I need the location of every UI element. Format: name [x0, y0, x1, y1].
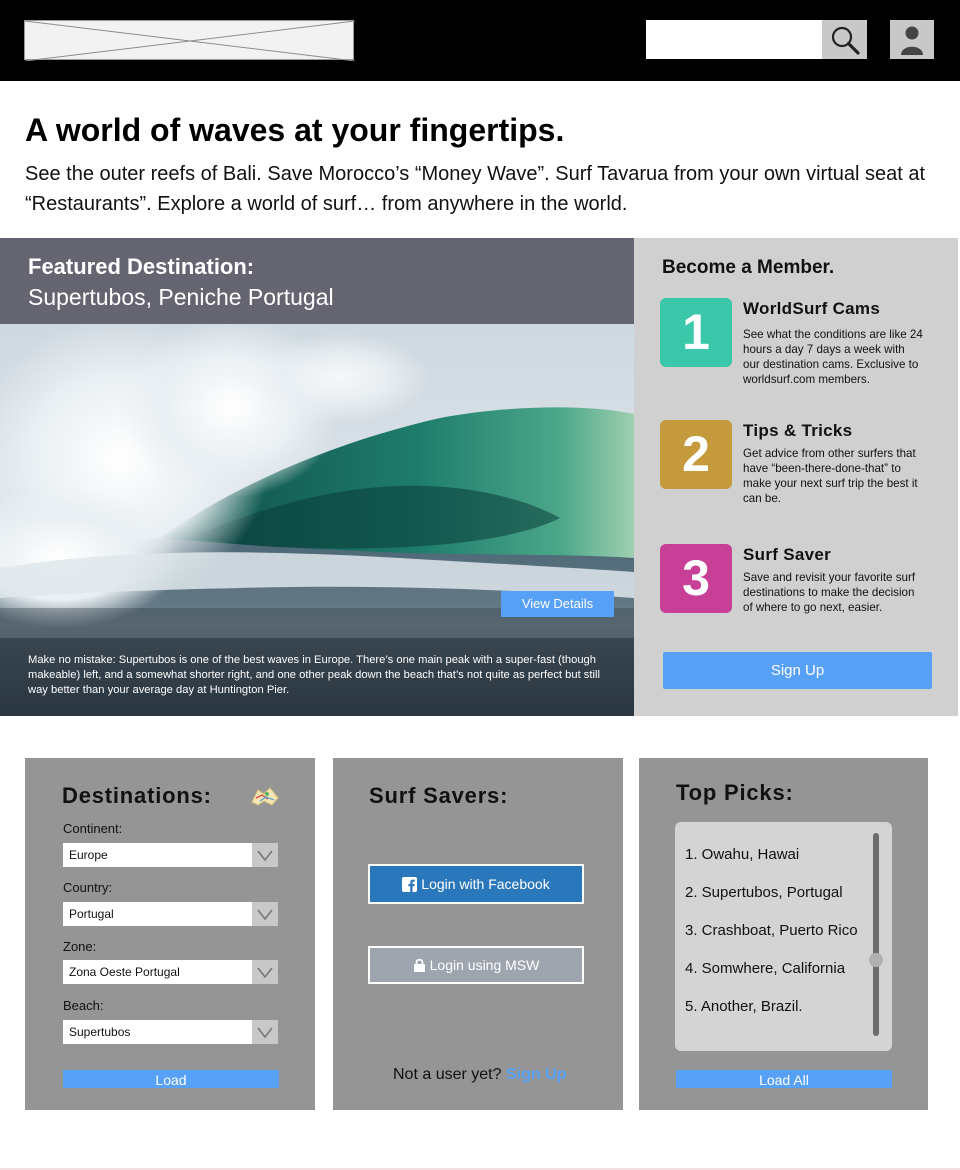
- scrollbar-thumb[interactable]: [869, 953, 883, 967]
- continent-label: Continent:: [63, 821, 123, 836]
- perk-number-3: 3: [660, 544, 732, 613]
- perk-number-text: 2: [682, 426, 710, 482]
- load-button[interactable]: Load: [63, 1070, 279, 1088]
- list-item[interactable]: 2. Supertubos, Portugal: [685, 884, 843, 901]
- zone-label: Zone:: [63, 939, 97, 954]
- list-item[interactable]: 5. Another, Brazil.: [685, 998, 803, 1015]
- view-details-button[interactable]: View Details: [501, 591, 614, 617]
- beach-label: Beach:: [63, 998, 104, 1013]
- perk-description-saver: Save and revisit your favorite surf dest…: [743, 571, 916, 614]
- country-label: Country:: [63, 880, 113, 895]
- perk-number-2: 2: [660, 420, 732, 489]
- list-item[interactable]: 1. Owahu, Hawai: [685, 846, 799, 863]
- search-icon: [831, 26, 860, 55]
- top-bar: [0, 0, 960, 81]
- continent-select[interactable]: Europe: [63, 843, 278, 867]
- featured-place-name: Supertubos, Peniche Portugal: [28, 284, 334, 310]
- chevron-down-icon: [252, 1020, 278, 1044]
- featured-header-band: Featured Destination: Supertubos, Penich…: [0, 238, 634, 324]
- facebook-button-label: Login with Facebook: [421, 876, 550, 892]
- destinations-panel: Destinations: Continent: Europe Country:…: [25, 758, 315, 1110]
- zone-select[interactable]: Zona Oeste Portugal: [63, 960, 278, 984]
- login-facebook-button[interactable]: Login with Facebook: [368, 864, 584, 904]
- perk-description-cams: See what the conditions are like 24 hour…: [743, 328, 923, 386]
- surf-savers-panel: Surf Savers: Login with Facebook Login u…: [333, 758, 623, 1110]
- map-icon[interactable]: [250, 785, 280, 807]
- logo-placeholder[interactable]: [24, 20, 355, 61]
- logo-placeholder-cross: [25, 21, 355, 61]
- signup-link[interactable]: Sign Up: [506, 1066, 566, 1083]
- country-select[interactable]: Portugal: [63, 902, 278, 926]
- zone-value: Zona Oeste Portugal: [69, 965, 180, 979]
- facebook-icon: [402, 876, 418, 892]
- featured-destination: Featured Destination: Supertubos, Penich…: [0, 238, 634, 716]
- perk-number-text: 1: [682, 304, 710, 360]
- page-title: A world of waves at your fingertips.: [25, 112, 565, 148]
- top-picks-panel: Top Picks: 1. Owahu, Hawai 2. Supertubos…: [639, 758, 928, 1110]
- chevron-down-icon: [252, 843, 278, 867]
- chevron-down-icon: [252, 960, 278, 984]
- load-all-button[interactable]: Load All: [676, 1070, 892, 1088]
- top-picks-list: 1. Owahu, Hawai 2. Supertubos, Portugal …: [675, 822, 892, 1051]
- perk-number-1: 1: [660, 298, 732, 367]
- chevron-down-icon: [252, 902, 278, 926]
- country-value: Portugal: [69, 907, 114, 921]
- beach-select[interactable]: Supertubos: [63, 1020, 278, 1044]
- not-a-user-prompt: Not a user yet? Sign Up: [393, 1066, 566, 1084]
- login-msw-button[interactable]: Login using MSW: [368, 946, 584, 984]
- perk-title-tips: Tips & Tricks: [743, 421, 853, 440]
- beach-value: Supertubos: [69, 1025, 131, 1039]
- perk-description-tips: Get advice from other surfers that have …: [743, 447, 918, 505]
- featured-label: Featured Destination:: [28, 254, 255, 279]
- perk-title-cams: WorldSurf Cams: [743, 299, 881, 318]
- membership-title: Become a Member.: [662, 257, 835, 278]
- perk-title-saver: Surf Saver: [743, 545, 832, 564]
- list-item[interactable]: 4. Somwhere, California: [685, 960, 845, 977]
- not-a-user-text: Not a user yet?: [393, 1066, 502, 1083]
- msw-button-label: Login using MSW: [429, 957, 540, 973]
- scrollbar-track[interactable]: [873, 833, 879, 1036]
- list-item[interactable]: 3. Crashboat, Puerto Rico: [685, 922, 858, 939]
- surf-savers-title: Surf Savers:: [369, 783, 509, 808]
- signup-button[interactable]: Sign Up: [663, 652, 932, 689]
- user-icon: [901, 26, 923, 55]
- user-avatar-button[interactable]: [890, 20, 934, 59]
- top-picks-title: Top Picks:: [676, 780, 794, 805]
- destinations-title: Destinations:: [62, 783, 212, 808]
- search-input[interactable]: [646, 20, 822, 59]
- featured-description: Make no mistake: Supertubos is one of th…: [28, 654, 600, 696]
- lock-icon: [413, 959, 425, 973]
- membership-panel: Become a Member. 1 WorldSurf Cams See wh…: [634, 238, 958, 716]
- search-button[interactable]: [822, 20, 867, 59]
- perk-number-text: 3: [682, 550, 710, 606]
- intro-paragraph: See the outer reefs of Bali. Save Morocc…: [25, 163, 926, 215]
- continent-value: Europe: [69, 848, 108, 862]
